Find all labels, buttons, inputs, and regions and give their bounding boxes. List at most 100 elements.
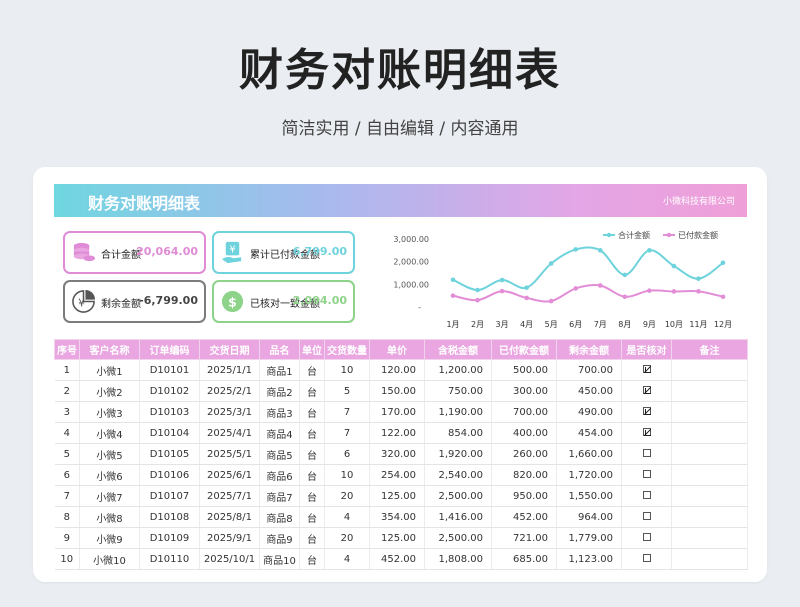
table-cell: D10109 [139, 527, 200, 549]
verified-checkbox-cell[interactable] [621, 443, 672, 465]
table-cell: 台 [299, 527, 325, 549]
verified-checkbox-cell[interactable] [621, 401, 672, 423]
stat-card-verified: $ 已核对一致金额 2,094.00 [212, 280, 355, 323]
column-header: 交货数量 [324, 339, 370, 360]
data-point [524, 295, 529, 301]
table-cell: 300.00 [491, 380, 557, 402]
data-point [475, 297, 480, 303]
table-cell: 260.00 [491, 443, 557, 465]
company-name: 小微科技有限公司 [662, 197, 735, 207]
stat-value: -6,799.00 [139, 294, 198, 307]
y-tick-label: - [418, 303, 421, 312]
table-cell: D10104 [139, 422, 200, 444]
table-cell [671, 506, 748, 528]
unchecked-box-icon[interactable] [642, 532, 651, 541]
table-cell: 721.00 [491, 527, 557, 549]
data-point [548, 298, 554, 304]
table-cell: 10 [324, 464, 370, 486]
unchecked-box-icon[interactable] [642, 511, 651, 520]
data-point [647, 288, 652, 293]
x-tick-label: 8月 [618, 320, 631, 329]
table-cell: 20 [324, 485, 370, 507]
table-cell: 3 [54, 401, 80, 423]
data-point [696, 276, 701, 281]
page-subtitle: 简洁实用 / 自由编辑 / 内容通用 [281, 119, 519, 139]
legend-marker [606, 232, 612, 238]
x-tick-label: 5月 [545, 320, 558, 329]
checked-box-icon[interactable] [642, 427, 651, 436]
svg-text:$: $ [228, 294, 237, 309]
reconciliation-table: 序号 客户名称 订单编码 交货日期 品名 单位 交货数量 单价 含税金额 已付款金额 剩余金额 是否核… [54, 339, 748, 570]
verified-checkbox-cell[interactable] [621, 464, 672, 486]
verified-checkbox-cell[interactable] [621, 527, 672, 549]
stat-value: 20,064.00 [136, 245, 198, 258]
verified-checkbox-cell[interactable] [621, 548, 672, 570]
table-cell: 台 [299, 380, 325, 402]
legend-label: 合计金额 [618, 230, 650, 240]
table-cell: 2,540.00 [424, 464, 492, 486]
stat-value: 6,799.00 [292, 245, 347, 258]
checked-box-icon[interactable] [642, 364, 651, 373]
sheet-banner: 财务对账明细表 小微科技有限公司 [54, 184, 747, 217]
table-cell: 400.00 [491, 422, 557, 444]
data-point [499, 277, 505, 283]
sheet-title: 财务对账明细表 [88, 194, 201, 213]
data-point [720, 294, 726, 300]
unchecked-box-icon[interactable] [642, 469, 651, 478]
table-cell: 1,123.00 [556, 548, 622, 570]
table-cell: 小微1 [79, 359, 140, 381]
unchecked-box-icon[interactable] [642, 553, 651, 562]
table-cell: 122.00 [369, 422, 425, 444]
table-header-row: 序号 客户名称 订单编码 交货日期 品名 单位 交货数量 单价 含税金额 已付款金额 剩余金额 是否核… [54, 339, 748, 360]
verified-checkbox-cell[interactable] [621, 506, 672, 528]
data-point [597, 283, 603, 288]
table-cell: 120.00 [369, 359, 425, 381]
column-header: 客户名称 [79, 339, 140, 360]
table-cell: D10110 [139, 548, 200, 570]
table-cell: 820.00 [491, 464, 557, 486]
table-cell: 4 [54, 422, 80, 444]
table-cell: 2,500.00 [424, 527, 492, 549]
data-point [450, 293, 456, 298]
verified-checkbox-cell[interactable] [621, 422, 672, 444]
table-cell: 2025/4/1 [199, 422, 260, 444]
x-tick-label: 7月 [594, 320, 607, 329]
table-cell: 台 [299, 359, 325, 381]
verified-checkbox-cell[interactable] [621, 380, 672, 402]
unchecked-box-icon[interactable] [642, 448, 651, 457]
table-cell: 小微7 [79, 485, 140, 507]
table-cell: 254.00 [369, 464, 425, 486]
table-cell: 5 [54, 443, 80, 465]
column-header: 备注 [671, 339, 748, 360]
verified-checkbox-cell[interactable] [621, 359, 672, 381]
table-cell: 9 [54, 527, 80, 549]
unchecked-box-icon[interactable] [642, 490, 651, 499]
table-cell: 小微9 [79, 527, 140, 549]
table-cell: 4 [324, 548, 370, 570]
table-cell: 685.00 [491, 548, 557, 570]
table-cell [671, 422, 748, 444]
table-cell: 1,660.00 [556, 443, 622, 465]
table-cell [671, 401, 748, 423]
verified-checkbox-cell[interactable] [621, 485, 672, 507]
coins-stack-icon [73, 242, 96, 262]
yen-money-hand-icon: ¥ [221, 241, 242, 264]
table-cell: 700.00 [556, 359, 622, 381]
table-cell: 150.00 [369, 380, 425, 402]
table-cell: 320.00 [369, 443, 425, 465]
data-point [573, 286, 579, 291]
table-cell: 10 [324, 359, 370, 381]
table-cell: 小微8 [79, 506, 140, 528]
table-cell: 商品9 [259, 527, 300, 549]
column-header: 含税金额 [424, 339, 492, 360]
legend-label: 已付款金额 [678, 230, 718, 240]
checked-box-icon[interactable] [642, 406, 651, 415]
svg-text:¥: ¥ [229, 245, 235, 256]
data-point [671, 289, 677, 294]
table-cell: D10106 [139, 464, 200, 486]
table-cell: 商品7 [259, 485, 300, 507]
table-cell: 170.00 [369, 401, 425, 423]
checked-box-icon[interactable] [642, 385, 651, 394]
x-tick-label: 2月 [471, 320, 484, 329]
series-line [452, 246, 724, 292]
